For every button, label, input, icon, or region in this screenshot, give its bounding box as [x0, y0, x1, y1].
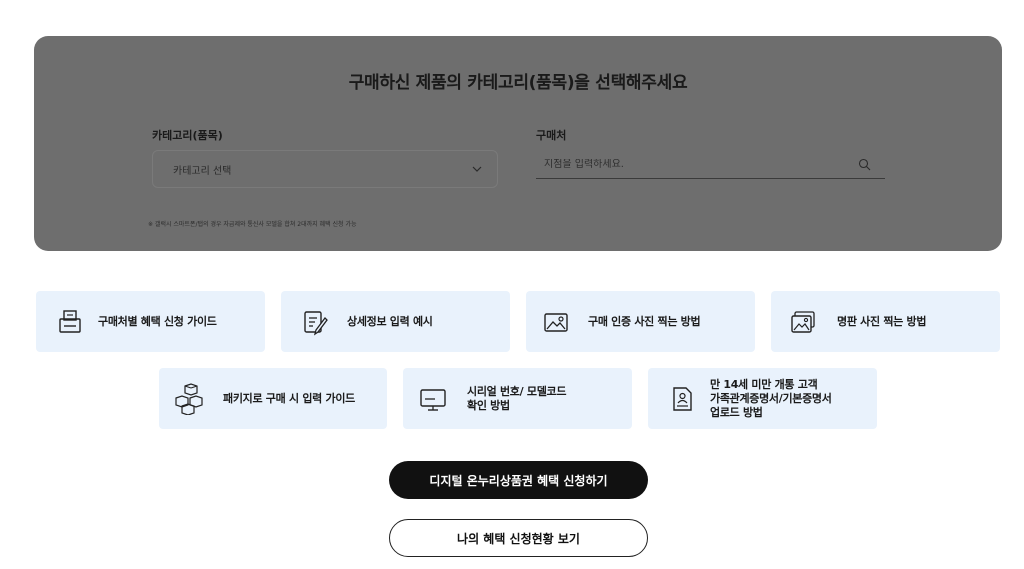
category-select[interactable]: 카테고리 선택 — [152, 150, 498, 188]
search-icon[interactable] — [858, 158, 871, 171]
guide-label: 명판 사진 찍는 방법 — [837, 314, 927, 328]
document-pen-icon — [304, 310, 328, 335]
guide-under14-documents[interactable]: 만 14세 미만 개통 고객 가족관계증명서/기본증명서 업로드 방법 — [648, 368, 877, 429]
guide-purchase-photo[interactable]: 구매 인증 사진 찍는 방법 — [526, 291, 755, 352]
store-search — [536, 150, 885, 179]
store-label: 구매처 — [536, 129, 567, 142]
guide-label: 상세정보 입력 예시 — [347, 314, 433, 328]
chevron-down-icon — [472, 166, 482, 172]
guide-label: 만 14세 미만 개통 고객 가족관계증명서/기본증명서 업로드 방법 — [710, 377, 832, 419]
guide-package-input[interactable]: 패키지로 구매 시 입력 가이드 — [159, 368, 387, 429]
printer-icon — [59, 309, 81, 333]
guide-nameplate-photo[interactable]: 명판 사진 찍는 방법 — [771, 291, 1000, 352]
eligibility-note: ※ 갤럭시 스마트폰/탭의 경우 자급제와 통신사 모델을 합쳐 2대까지 혜택… — [148, 221, 357, 228]
guide-label: 시리얼 번호/ 모델코드 확인 방법 — [467, 384, 567, 412]
panel-title: 구매하신 제품의 카테고리(품목)을 선택해주세요 — [348, 73, 688, 93]
view-application-status-button[interactable]: 나의 혜택 신청현황 보기 — [389, 519, 648, 557]
monitor-icon — [420, 388, 446, 411]
category-label: 카테고리(품목) — [152, 129, 223, 142]
boxes-icon — [175, 382, 203, 415]
category-select-value: 카테고리 선택 — [173, 165, 232, 177]
store-search-input[interactable] — [544, 158, 834, 170]
guide-serial-model-code[interactable]: 시리얼 번호/ 모델코드 확인 방법 — [403, 368, 632, 429]
category-selection-panel: 구매하신 제품의 카테고리(품목)을 선택해주세요 카테고리(품목) 카테고리 … — [34, 36, 1002, 251]
image-icon — [544, 312, 568, 332]
id-document-icon — [673, 386, 692, 411]
apply-benefit-button[interactable]: 디지털 온누리상품권 혜택 신청하기 — [389, 461, 648, 499]
guide-label: 구매 인증 사진 찍는 방법 — [588, 314, 701, 328]
guide-label: 패키지로 구매 시 입력 가이드 — [223, 391, 355, 405]
images-icon — [791, 310, 815, 333]
guide-detail-example[interactable]: 상세정보 입력 예시 — [281, 291, 510, 352]
guide-label: 구매처별 혜택 신청 가이드 — [98, 314, 217, 328]
guide-store-benefit[interactable]: 구매처별 혜택 신청 가이드 — [36, 291, 265, 352]
